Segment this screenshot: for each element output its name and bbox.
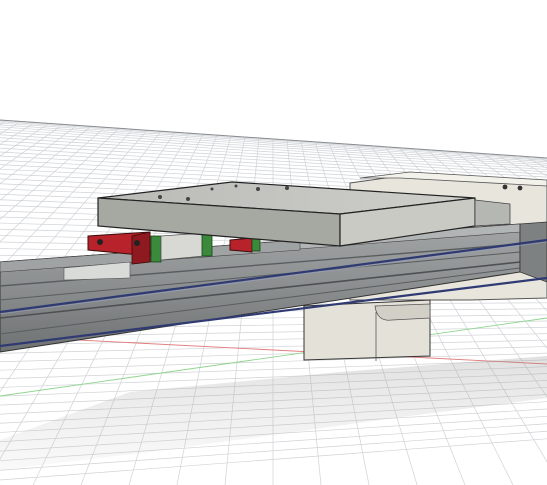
- cad-3d-viewport[interactable]: [0, 0, 547, 485]
- grid-line: [0, 121, 547, 160]
- grid-line: [0, 124, 547, 163]
- model-shadow: [0, 356, 547, 470]
- linear-carriage-right[interactable]: [229, 237, 261, 253]
- carriage-spacer: [160, 232, 213, 261]
- rear-carriage-edge: [474, 199, 511, 227]
- grid-line: [0, 339, 547, 354]
- lower-support-post: [303, 299, 431, 361]
- viewport-canvas[interactable]: [0, 0, 547, 485]
